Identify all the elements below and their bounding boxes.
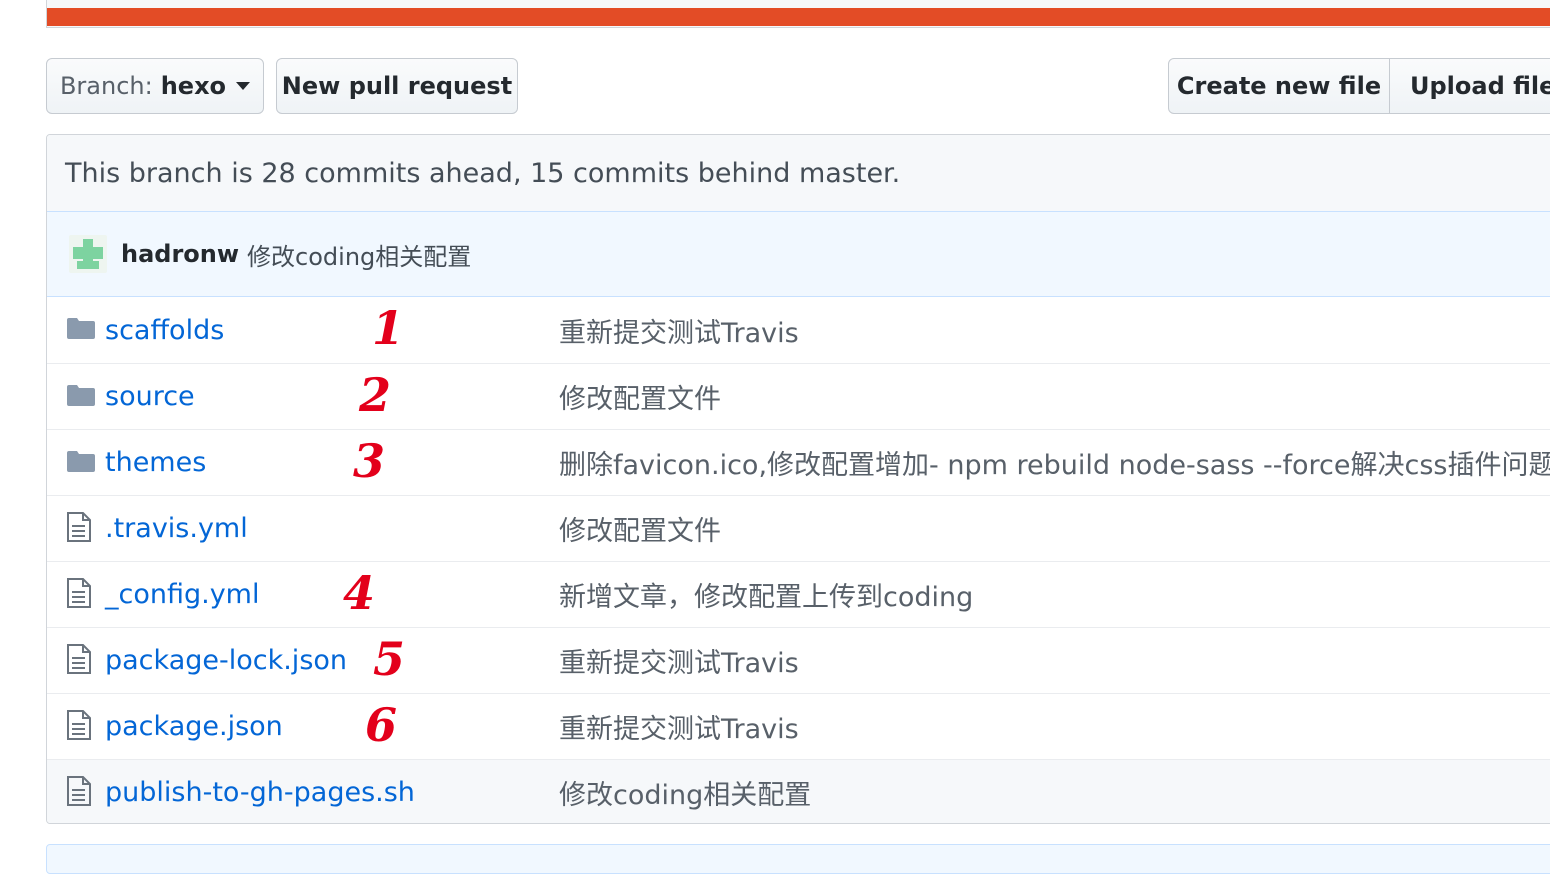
latest-commit: hadronw 修改coding相关配置 [47,212,1550,297]
file-icon [67,577,91,612]
file-list: scaffolds 重新提交测试Travis 1 source 修改配置文件 2 theme… [47,297,1550,823]
file-commit-message[interactable]: 重新提交测试Travis [559,641,799,680]
file-row[interactable]: package-lock.json 重新提交测试Travis 5 [47,627,1550,693]
file-row[interactable]: _config.yml 新增文章，修改配置上传到coding 4 [47,561,1550,627]
branch-name: hexo [160,72,227,100]
create-new-file-button[interactable]: Create new file [1168,58,1390,114]
commit-author[interactable]: hadronw [121,240,239,268]
new-pull-request-button[interactable]: New pull request [276,58,518,114]
file-commit-message[interactable]: 修改配置文件 [559,377,721,416]
file-name-link[interactable]: themes [105,447,206,478]
file-row[interactable]: source 修改配置文件 2 [47,363,1550,429]
caret-down-icon [236,82,251,90]
file-commit-message[interactable]: 新增文章，修改配置上传到coding [559,575,973,614]
file-row[interactable]: publish-to-gh-pages.sh 修改coding相关配置 [47,759,1550,823]
file-name-link[interactable]: _config.yml [105,579,260,610]
file-name-link[interactable]: .travis.yml [105,513,248,544]
file-name-link[interactable]: source [105,381,195,412]
file-commit-message[interactable]: 重新提交测试Travis [559,707,799,746]
language-bar [46,0,1550,28]
folder-icon [67,317,95,343]
upload-files-button[interactable]: Upload files [1389,58,1550,114]
file-icon [67,511,91,546]
file-row[interactable]: package.json 重新提交测试Travis 6 [47,693,1550,759]
branch-label: Branch: [59,72,153,100]
file-commit-message[interactable]: 修改coding相关配置 [559,773,811,812]
file-browser: This branch is 28 commits ahead, 15 comm… [46,134,1550,824]
handwritten-annotation: 6 [365,698,398,752]
file-name-link[interactable]: publish-to-gh-pages.sh [105,777,415,808]
file-row[interactable]: themes 删除favicon.ico,修改配置增加- npm rebuild … [47,429,1550,495]
file-name-link[interactable]: package-lock.json [105,645,347,676]
commit-message[interactable]: 修改coding相关配置 [247,237,471,272]
language-bar-fill [47,8,1550,26]
file-commit-message[interactable]: 修改配置文件 [559,509,721,548]
handwritten-annotation: 3 [353,434,386,488]
file-icon [67,775,91,810]
avatar[interactable] [69,235,107,273]
branch-select-button[interactable]: Branch: hexo [46,58,264,114]
file-icon [67,709,91,744]
handwritten-annotation: 1 [372,301,405,355]
file-icon [67,643,91,678]
branch-status: This branch is 28 commits ahead, 15 comm… [47,135,1550,212]
file-row[interactable]: scaffolds 重新提交测试Travis 1 [47,297,1550,363]
file-commit-message[interactable]: 删除favicon.ico,修改配置增加- npm rebuild node-s… [559,443,1550,482]
file-row[interactable]: .travis.yml 修改配置文件 [47,495,1550,561]
file-name-link[interactable]: package.json [105,711,283,742]
file-name-link[interactable]: scaffolds [105,315,224,346]
handwritten-annotation: 4 [343,566,376,620]
file-commit-message[interactable]: 重新提交测试Travis [559,311,799,350]
handwritten-annotation: 5 [373,632,406,686]
readme-box [46,844,1550,874]
handwritten-annotation: 2 [359,368,392,422]
folder-icon [67,384,95,410]
folder-icon [67,450,95,476]
